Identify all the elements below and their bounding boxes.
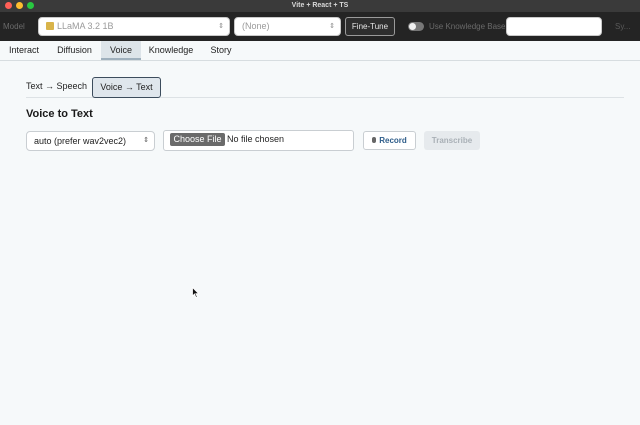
engine-select-value: auto (prefer wav2vec2) (34, 136, 127, 146)
chevron-updown-icon: ⇕ (329, 23, 335, 30)
tab-voice[interactable]: Voice (101, 41, 141, 60)
toggle-knob (409, 23, 416, 30)
model-label: Model (3, 22, 25, 31)
knowledge-base-select[interactable] (506, 17, 602, 36)
voice-subtabs: Text → Speech Voice → Text (26, 77, 624, 98)
record-button[interactable]: Record (363, 131, 416, 150)
tab-story[interactable]: Story (201, 41, 241, 60)
fine-tune-button[interactable]: Fine-Tune (345, 17, 395, 36)
subtab-text-to-speech[interactable]: Text → Speech (26, 77, 87, 98)
top-toolbar: Model LLaMA 3.2 1B ⇕ (None) ⇕ Fine-Tune … (0, 12, 640, 41)
model-select[interactable]: LLaMA 3.2 1B ⇕ (38, 17, 230, 36)
window-titlebar: Vite + React + TS (0, 0, 640, 12)
adapter-select[interactable]: (None) ⇕ (234, 17, 341, 36)
engine-select[interactable]: auto (prefer wav2vec2) ⇕ (26, 131, 155, 151)
main-tabs: Interact Diffusion Voice Knowledge Story (0, 41, 640, 61)
choose-file-button[interactable]: Choose File (170, 133, 225, 146)
model-select-value: LLaMA 3.2 1B (57, 21, 114, 31)
window-title: Vite + React + TS (291, 2, 349, 9)
knowledge-base-label: Use Knowledge Base (429, 22, 506, 31)
mouse-cursor-icon (192, 287, 200, 299)
transcribe-button[interactable]: Transcribe (424, 131, 480, 150)
audio-file-input[interactable]: Choose File No file chosen (163, 130, 354, 151)
knowledge-base-toggle[interactable] (408, 22, 424, 31)
model-badge-icon (46, 22, 54, 30)
tab-interact[interactable]: Interact (0, 41, 48, 60)
section-title: Voice to Text (26, 108, 93, 120)
adapter-select-value: (None) (242, 21, 270, 31)
file-status: No file chosen (227, 134, 285, 144)
record-label: Record (379, 136, 407, 145)
microphone-icon (372, 137, 377, 143)
tab-diffusion[interactable]: Diffusion (48, 41, 101, 60)
chevron-updown-icon: ⇕ (143, 137, 149, 144)
tab-knowledge[interactable]: Knowledge (141, 41, 201, 60)
chevron-updown-icon: ⇕ (218, 23, 224, 30)
system-label: Sy... (615, 22, 631, 31)
subtab-voice-to-text[interactable]: Voice → Text (92, 77, 161, 98)
